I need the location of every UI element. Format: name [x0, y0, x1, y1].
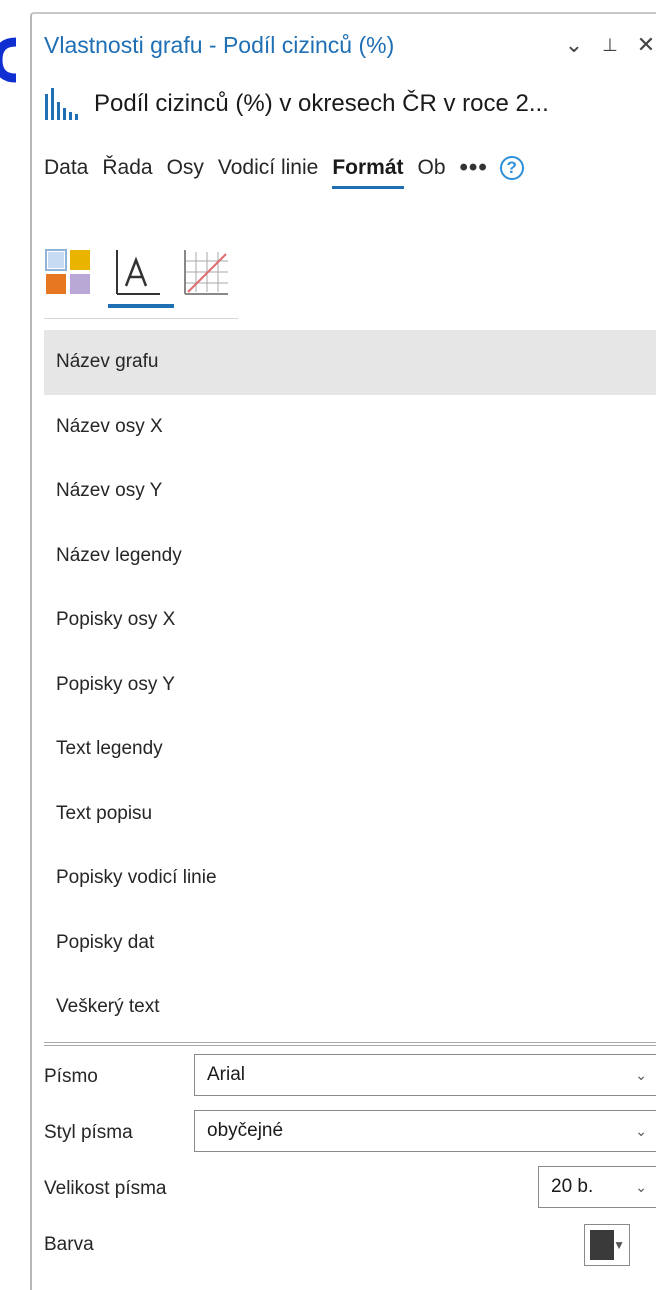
property-tabs: Data Řada Osy Vodicí linie Formát Ob •••…: [44, 153, 524, 189]
list-item-x-axis-title[interactable]: Název osy X: [44, 395, 656, 460]
tab-series[interactable]: Řada: [102, 153, 152, 183]
font-style-label: Styl písma: [44, 1122, 133, 1143]
font-size-select[interactable]: 20 b. ⌄: [538, 1166, 656, 1208]
pin-icon[interactable]: ⊥: [600, 31, 620, 59]
pane-title: Vlastnosti grafu - Podíl cizinců (%): [44, 32, 395, 58]
tab-guides[interactable]: Vodicí linie: [218, 153, 318, 183]
pane-title-controls: ⌄ ⊥ ✕: [564, 31, 656, 59]
c-marker-icon: [0, 37, 16, 83]
tab-axes[interactable]: Osy: [167, 153, 204, 183]
text-format-icon[interactable]: [114, 248, 162, 296]
help-icon[interactable]: ?: [499, 156, 524, 180]
font-value: Arial: [207, 1064, 246, 1085]
color-label: Barva: [44, 1234, 94, 1255]
bar-chart-icon: [45, 88, 78, 120]
options-menu-chevron-down-icon[interactable]: ⌄: [564, 31, 584, 59]
font-size-value: 20 b.: [551, 1176, 594, 1197]
list-item-all-text[interactable]: Veškerý text: [44, 975, 656, 1040]
chevron-down-icon: ⌄: [635, 1067, 647, 1083]
chevron-down-icon: ⌄: [635, 1123, 647, 1139]
list-item-legend-text[interactable]: Text legendy: [44, 717, 656, 782]
chart-name: Podíl cizinců (%) v okresech ČR v roce 2…: [94, 90, 549, 117]
tab-general[interactable]: Ob: [418, 153, 446, 183]
more-tabs-icon[interactable]: •••: [460, 153, 488, 183]
color-grid-icon[interactable]: [44, 248, 92, 296]
list-item-guide-labels[interactable]: Popisky vodicí linie: [44, 846, 656, 911]
font-style-value: obyčejné: [207, 1120, 284, 1141]
font-select[interactable]: Arial ⌄: [194, 1054, 656, 1096]
list-item-x-axis-labels[interactable]: Popisky osy X: [44, 588, 656, 653]
tab-format[interactable]: Formát: [332, 153, 404, 189]
chart-properties-pane: Vlastnosti grafu - Podíl cizinců (%) ⌄ ⊥…: [30, 12, 656, 1290]
color-swatch: [590, 1230, 614, 1260]
list-item-y-axis-labels[interactable]: Popisky osy Y: [44, 653, 656, 718]
pane-splitter[interactable]: [44, 1042, 656, 1046]
close-icon[interactable]: ✕: [636, 31, 656, 59]
list-item-chart-title[interactable]: Název grafu: [44, 330, 656, 395]
left-edge: [0, 0, 30, 1290]
grid-lines-icon[interactable]: [182, 248, 230, 296]
text-element-list: Název grafu Název osy X Název osy Y Náze…: [44, 330, 656, 1040]
chevron-down-icon: ⌄: [635, 1179, 647, 1195]
list-item-y-axis-title[interactable]: Název osy Y: [44, 459, 656, 524]
active-subtab-indicator: [108, 304, 174, 308]
list-item-description-text[interactable]: Text popisu: [44, 782, 656, 847]
dropdown-arrow-icon: ▼: [613, 1238, 625, 1252]
chart-selector[interactable]: Podíl cizinců (%) v okresech ČR v roce 2…: [44, 88, 549, 120]
color-picker-button[interactable]: ▼: [584, 1224, 630, 1266]
list-item-data-labels[interactable]: Popisky dat: [44, 911, 656, 976]
font-label: Písmo: [44, 1066, 98, 1087]
tab-data[interactable]: Data: [44, 153, 88, 183]
font-size-label: Velikost písma: [44, 1178, 167, 1199]
list-item-legend-title[interactable]: Název legendy: [44, 524, 656, 589]
format-subtabs: [44, 248, 238, 319]
font-style-select[interactable]: obyčejné ⌄: [194, 1110, 656, 1152]
